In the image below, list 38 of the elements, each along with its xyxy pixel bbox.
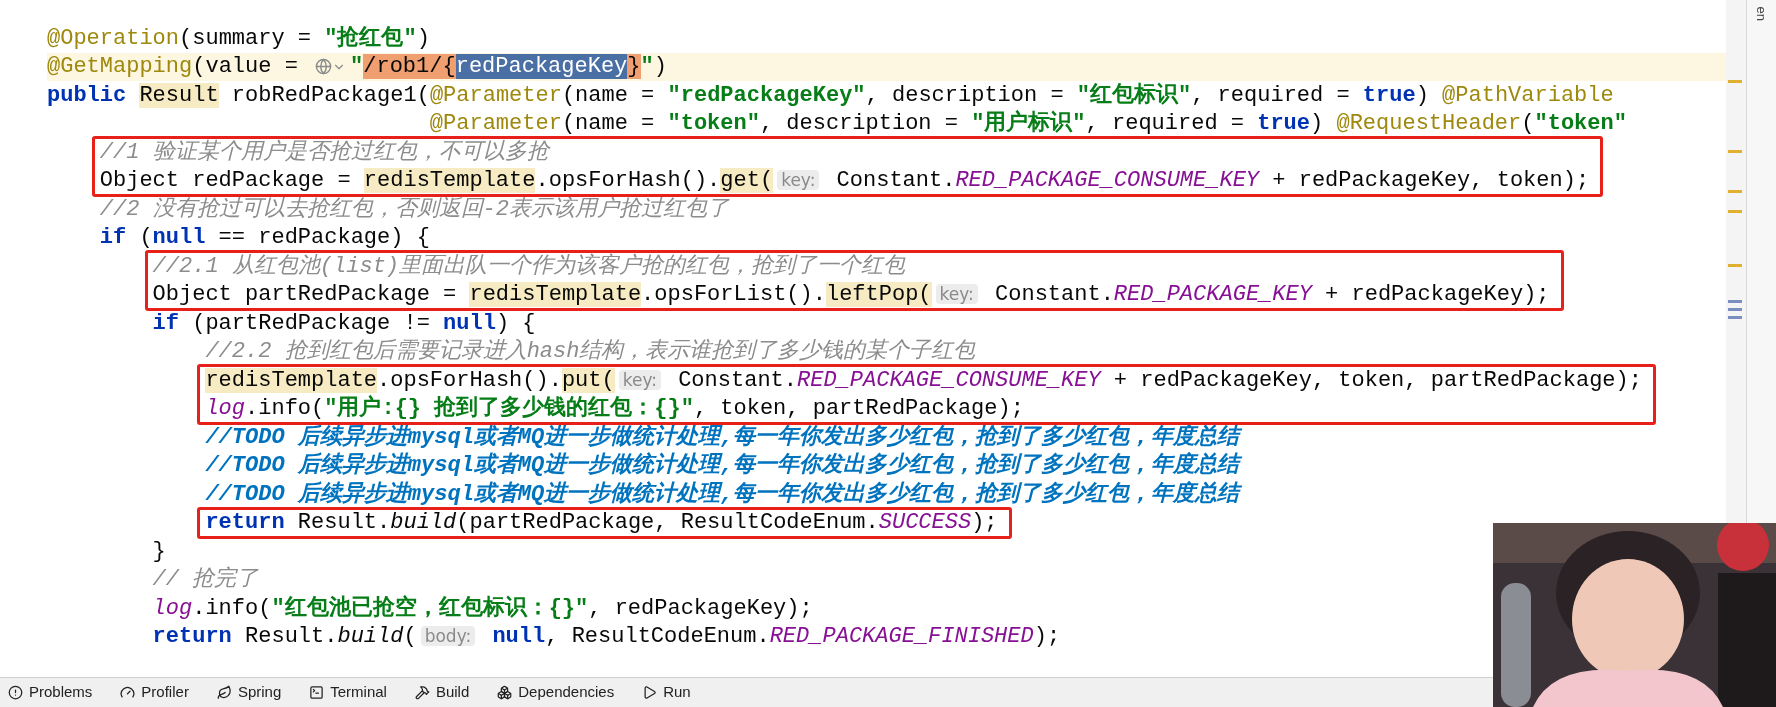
tool-icon [216,685,232,700]
code-line: Object partRedPackage = redisTemplate.opsForList().leftPop( key: Constant.RED_PACKAGE_KEY + redPackageKey); [152,281,1550,310]
code-line: //TODO 后续异步进mysql或者MQ进一步做统计处理,每一年你发出多少红包，抢到了多少红包，年度总结 [205,480,1240,509]
tool-icon [497,685,513,700]
tool-tab[interactable]: Problems [8,681,93,704]
code-line: // 抢完了 [152,565,259,595]
tool-icon [120,685,136,700]
code-line: public Result robRedPackage1(@Parameter(name = "redPackageKey", description = "红包标识", required = true) @PathVariable [47,81,1614,110]
tool-icon [642,685,658,700]
tool-tab[interactable]: Run [642,681,691,704]
code-line: return Result.build( body: null, ResultCodeEnum.RED_PACKAGE_FINISHED); [152,623,1061,652]
tool-tab[interactable]: Terminal [309,681,387,704]
code-line: } [152,537,166,566]
tool-tab[interactable]: Spring [216,681,282,704]
code-line: @GetMapping(value = [47,53,299,82]
code-line: log.info("用户:{} 抢到了多少钱的红包：{}", token, partRedPackage); [205,394,1024,424]
tool-tab[interactable]: Dependencies [497,681,615,704]
code-line: if (partRedPackage != null) { [152,309,536,338]
code-line: return Result.build(partRedPackage, ResultCodeEnum.SUCCESS); [205,509,998,538]
code-line: //TODO 后续异步进mysql或者MQ进一步做统计处理,每一年你发出多少红包，抢到了多少红包，年度总结 [205,451,1240,481]
code-line: //TODO 后续异步进mysql或者MQ进一步做统计处理,每一年你发出多少红包，抢到了多少红包，年度总结 [205,423,1240,452]
tool-icon [8,685,23,700]
code-line: @Parameter(name = "token", description = "用户标识", required = true) @RequestHeader("token" [429,109,1627,139]
code-line: //2.1 从红包池(list)里面出队一个作为该客户抢的红包，抢到了一个红包 [152,252,906,281]
code-line: //2.2 抢到红包后需要记录进入hash结构，表示谁抢到了多少钱的某个子红包 [205,337,976,367]
code-line: @Operation(summary = "抢红包") [47,24,430,53]
tool-icon [309,685,325,700]
tool-tab[interactable]: Build [414,681,470,704]
tool-tab[interactable]: Profiler [120,681,189,704]
code-line: log.info("红包池已抢空，红包标识：{}", redPackageKey); [152,594,813,623]
tool-window-label[interactable]: en [1751,6,1772,21]
code-line: //2 没有抢过可以去抢红包，否则返回-2表示该用户抢过红包了 [99,195,729,224]
code-line: "/rob1/{redPackageKey}") [350,53,667,82]
code-line: redisTemplate.opsForHash().put( key: Constant.RED_PACKAGE_CONSUME_KEY + redPackageKey, token, partRedPackage); [205,366,1642,395]
code-line: //1 验证某个用户是否抢过红包，不可以多抢 [99,138,549,167]
code-line: Object redPackage = redisTemplate.opsForHash().get( key: Constant.RED_PACKAGE_CONSUME_KEY + redPackageKey, token); [99,167,1590,196]
tool-icon [414,685,430,700]
code-line: if (null == redPackage) { [99,224,430,253]
